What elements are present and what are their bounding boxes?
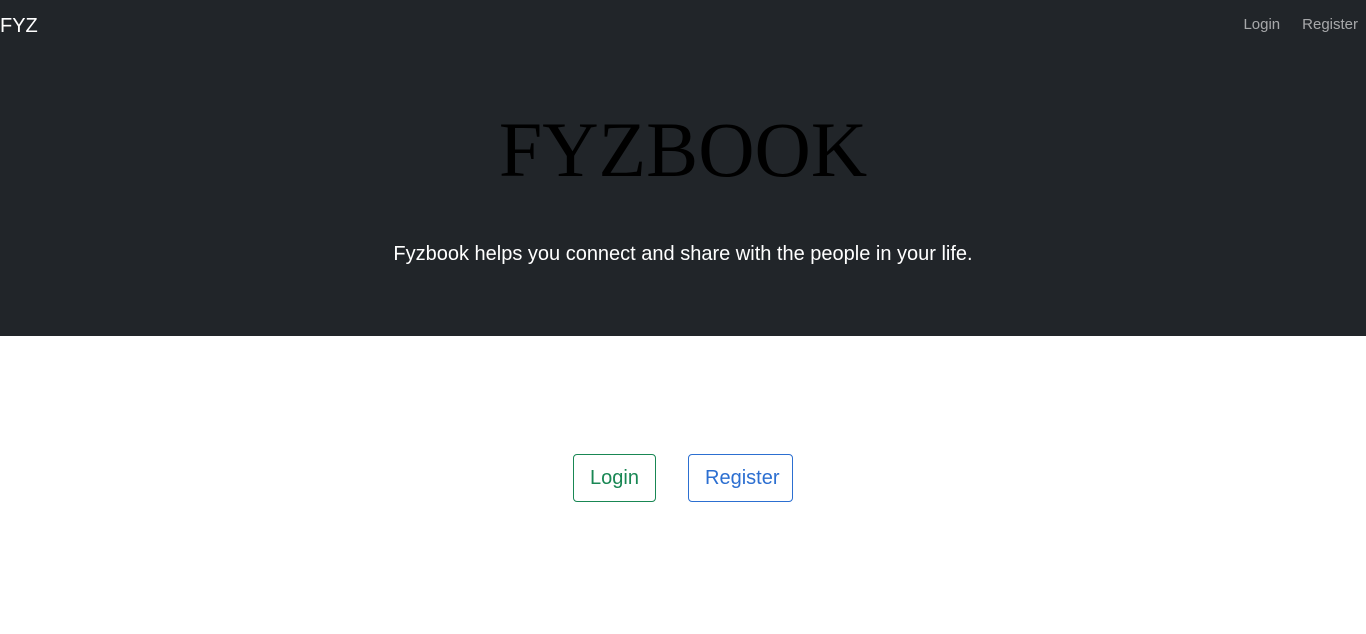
hero-section: FYZ Login Register FYZBOOK Fyzbook helps… (0, 0, 1366, 336)
page-title: FYZBOOK (498, 106, 868, 193)
hero-tagline: Fyzbook helps you connect and share with… (393, 243, 973, 265)
nav-link-register[interactable]: Register (1302, 16, 1358, 34)
nav-link-login[interactable]: Login (1243, 16, 1280, 34)
auth-actions: Login Register (0, 454, 1366, 502)
login-button[interactable]: Login (573, 454, 656, 502)
navbar-brand[interactable]: FYZ (0, 14, 38, 38)
register-button[interactable]: Register (688, 454, 793, 502)
navbar-links: Login Register (1243, 16, 1358, 34)
